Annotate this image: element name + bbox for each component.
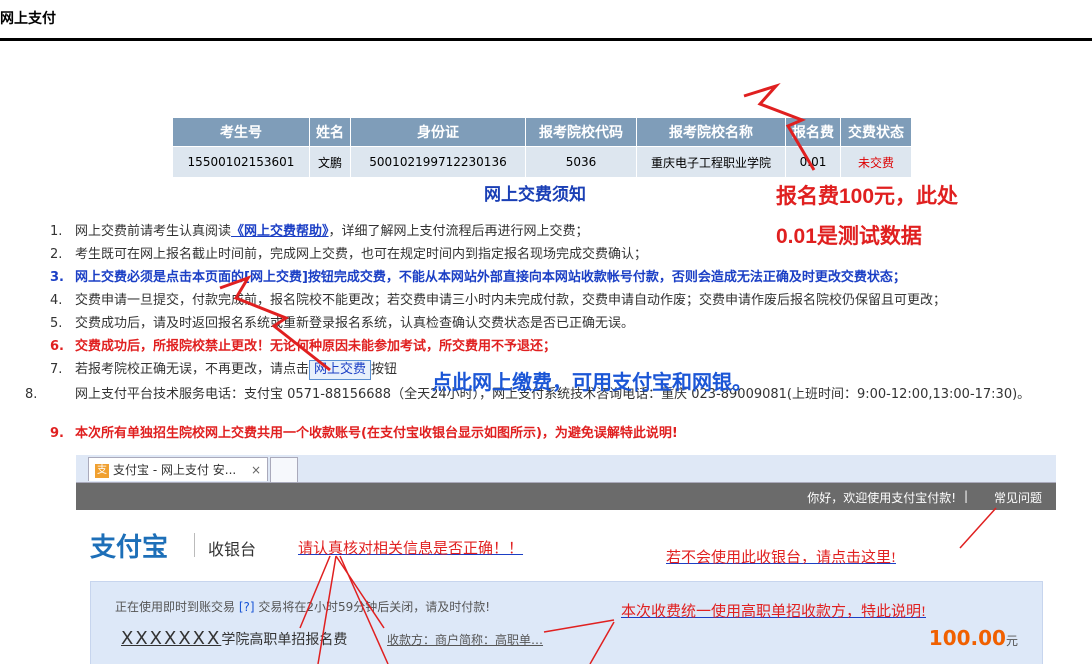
alipay-screenshot: 支支付宝 - 网上支付 安... × 你好，欢迎使用支付宝付款! | 常见问题 … — [76, 455, 1056, 664]
cell-id: 500102199712230136 — [350, 146, 526, 178]
cell-status: 未交费 — [840, 146, 912, 178]
help-link[interactable]: 《网上交费帮助》 — [231, 224, 329, 239]
cell-school-name: 重庆电子工程职业学院 — [636, 146, 786, 178]
annotation-verify: 请认真核对相关信息是否正确！！ — [298, 541, 524, 557]
order-name: XXXXXXX学院高职单招报名费 — [121, 628, 347, 649]
alipay-topbar: 你好，欢迎使用支付宝付款! | 常见问题 — [76, 483, 1056, 510]
alipay-icon: 支 — [95, 463, 109, 478]
alipay-logo: 支付宝 — [90, 533, 169, 562]
faq-link: 常见问题 — [993, 491, 1042, 505]
amount-unit: 元 — [1005, 634, 1018, 648]
header-id: 身份证 — [350, 117, 526, 147]
table-header-row: 考生号 姓名 身份证 报考院校代码 报考院校名称 报名费 交费状态 — [172, 117, 912, 147]
step6-text: 交费成功后，所报院校禁止更改！无论何种原因未能参加考试，所交费用不予退还； — [75, 339, 557, 354]
order-amount: 100.00元 — [929, 626, 1018, 650]
header-school-name: 报考院校名称 — [636, 117, 786, 147]
trade-timer: 交易将在2小时59分钟后关闭，请及时付款! — [258, 600, 491, 614]
topbar-separator: | — [963, 489, 968, 503]
new-tab-button — [270, 457, 298, 482]
trade-info: 正在使用即时到账交易 [?] 交易将在2小时59分钟后关闭，请及时付款! — [115, 598, 490, 615]
page-title: 网上支付 — [0, 11, 56, 27]
browser-tab: 支支付宝 - 网上支付 安... × — [88, 457, 268, 481]
header-status: 交费状态 — [840, 117, 912, 147]
step5-text: 交费成功后，请及时返回报名系统或重新登录报名系统，认真检查确认交费状态是否已正确… — [75, 316, 635, 331]
logo-divider — [194, 533, 195, 557]
tab-title: 支付宝 - 网上支付 安... — [113, 463, 237, 477]
browser-tabbar: 支支付宝 - 网上支付 安... × — [76, 455, 1056, 483]
list-item: 4. 交费申请一旦提交，付款完成前，报名院校不能更改；若交费申请三小时内未完成付款… — [50, 293, 947, 308]
welcome-text: 你好，欢迎使用支付宝付款! — [807, 491, 956, 505]
list-item: 1. 网上交费前请考生认真阅读《网上交费帮助》，详细了解网上支付流程后再进行网上交… — [50, 224, 589, 239]
list-item: 5. 交费成功后，请及时返回报名系统或重新登录报名系统，认真检查确认交费状态是否已… — [50, 316, 635, 331]
order-title: 学院高职单招报名费 — [221, 632, 348, 648]
online-pay-button[interactable]: 网上交费 — [309, 360, 372, 380]
step9-text: 本次所有单独招生院校网上交费共用一个收款账号(在支付宝收银台显示如图所示)，为避… — [75, 426, 678, 441]
step7-text-end: 按钮 — [371, 362, 398, 377]
annotation-click-pay: 点此网上缴费，可用支付宝和网银。 — [432, 372, 752, 394]
cell-exam-no: 15500102153601 — [172, 146, 310, 178]
order-panel: 正在使用即时到账交易 [?] 交易将在2小时59分钟后关闭，请及时付款! 本次收… — [90, 581, 1043, 664]
header-school-code: 报考院校代码 — [525, 117, 637, 147]
step3-text: 网上交费必须是点击本页面的[网上交费]按钮完成交费，不能从本网站外部直接向本网站… — [75, 270, 906, 285]
list-item: 9. 本次所有单独招生院校网上交费共用一个收款账号(在支付宝收银台显示如图所示)，… — [50, 426, 678, 441]
cell-fee: 0.01 — [785, 146, 841, 178]
annotation-payee: 本次收费统一使用高职单招收款方，特此说明! — [621, 604, 926, 620]
payee-info: 收款方：商户简称：高职单… — [387, 633, 544, 647]
cell-name: 文鹏 — [309, 146, 351, 178]
step1-text: 网上交费前请考生认真阅读 — [75, 224, 232, 239]
step2-text: 考生既可在网上报名截止时间前，完成网上交费，也可在规定时间内到指定报名现场完成交… — [75, 247, 648, 262]
close-icon: × — [250, 463, 261, 477]
list-item: 2. 考生既可在网上报名截止时间前，完成网上交费，也可在规定时间内到指定报名现场完… — [50, 247, 648, 262]
cashier-label: 收银台 — [208, 540, 257, 559]
header-exam-no: 考生号 — [172, 117, 310, 147]
exam-info-table: 考生号 姓名 身份证 报考院校代码 报考院校名称 报名费 交费状态 155001… — [172, 117, 912, 178]
header-fee: 报名费 — [785, 117, 841, 147]
help-hint: [?] — [238, 600, 255, 614]
table-row: 15500102153601 文鹏 500102199712230136 503… — [172, 146, 912, 178]
notice-steps: 1. 网上交费前请考生认真阅读《网上交费帮助》，详细了解网上支付流程后再进行网上交… — [25, 222, 1090, 447]
notice-title: 网上交费须知 — [484, 185, 586, 205]
step4-text: 交费申请一旦提交，付款完成前，报名院校不能更改；若交费申请三小时内未完成付款，交… — [75, 293, 947, 308]
amount-value: 100.00 — [928, 626, 1006, 650]
list-item: 3. 网上交费必须是点击本页面的[网上交费]按钮完成交费，不能从本网站外部直接向本… — [50, 270, 906, 285]
header-name: 姓名 — [309, 117, 351, 147]
cell-school-code: 5036 — [525, 146, 637, 178]
title-divider — [0, 38, 1092, 41]
list-item: 6. 交费成功后，所报院校禁止更改！无论何种原因未能参加考试，所交费用不予退还； — [50, 339, 557, 354]
annotation-fee-line1: 报名费100元，此处 — [776, 185, 959, 208]
trade-type: 正在使用即时到账交易 — [115, 600, 236, 614]
step7-text: 若报考院校正确无误，不再更改，请点击 — [75, 362, 310, 377]
step1-text-end: ，详细了解网上支付流程后再进行网上交费； — [328, 224, 589, 239]
annotation-help: 若不会使用此收银台，请点击这里! — [666, 550, 896, 566]
order-school-placeholder: XXXXXXX — [121, 628, 222, 649]
